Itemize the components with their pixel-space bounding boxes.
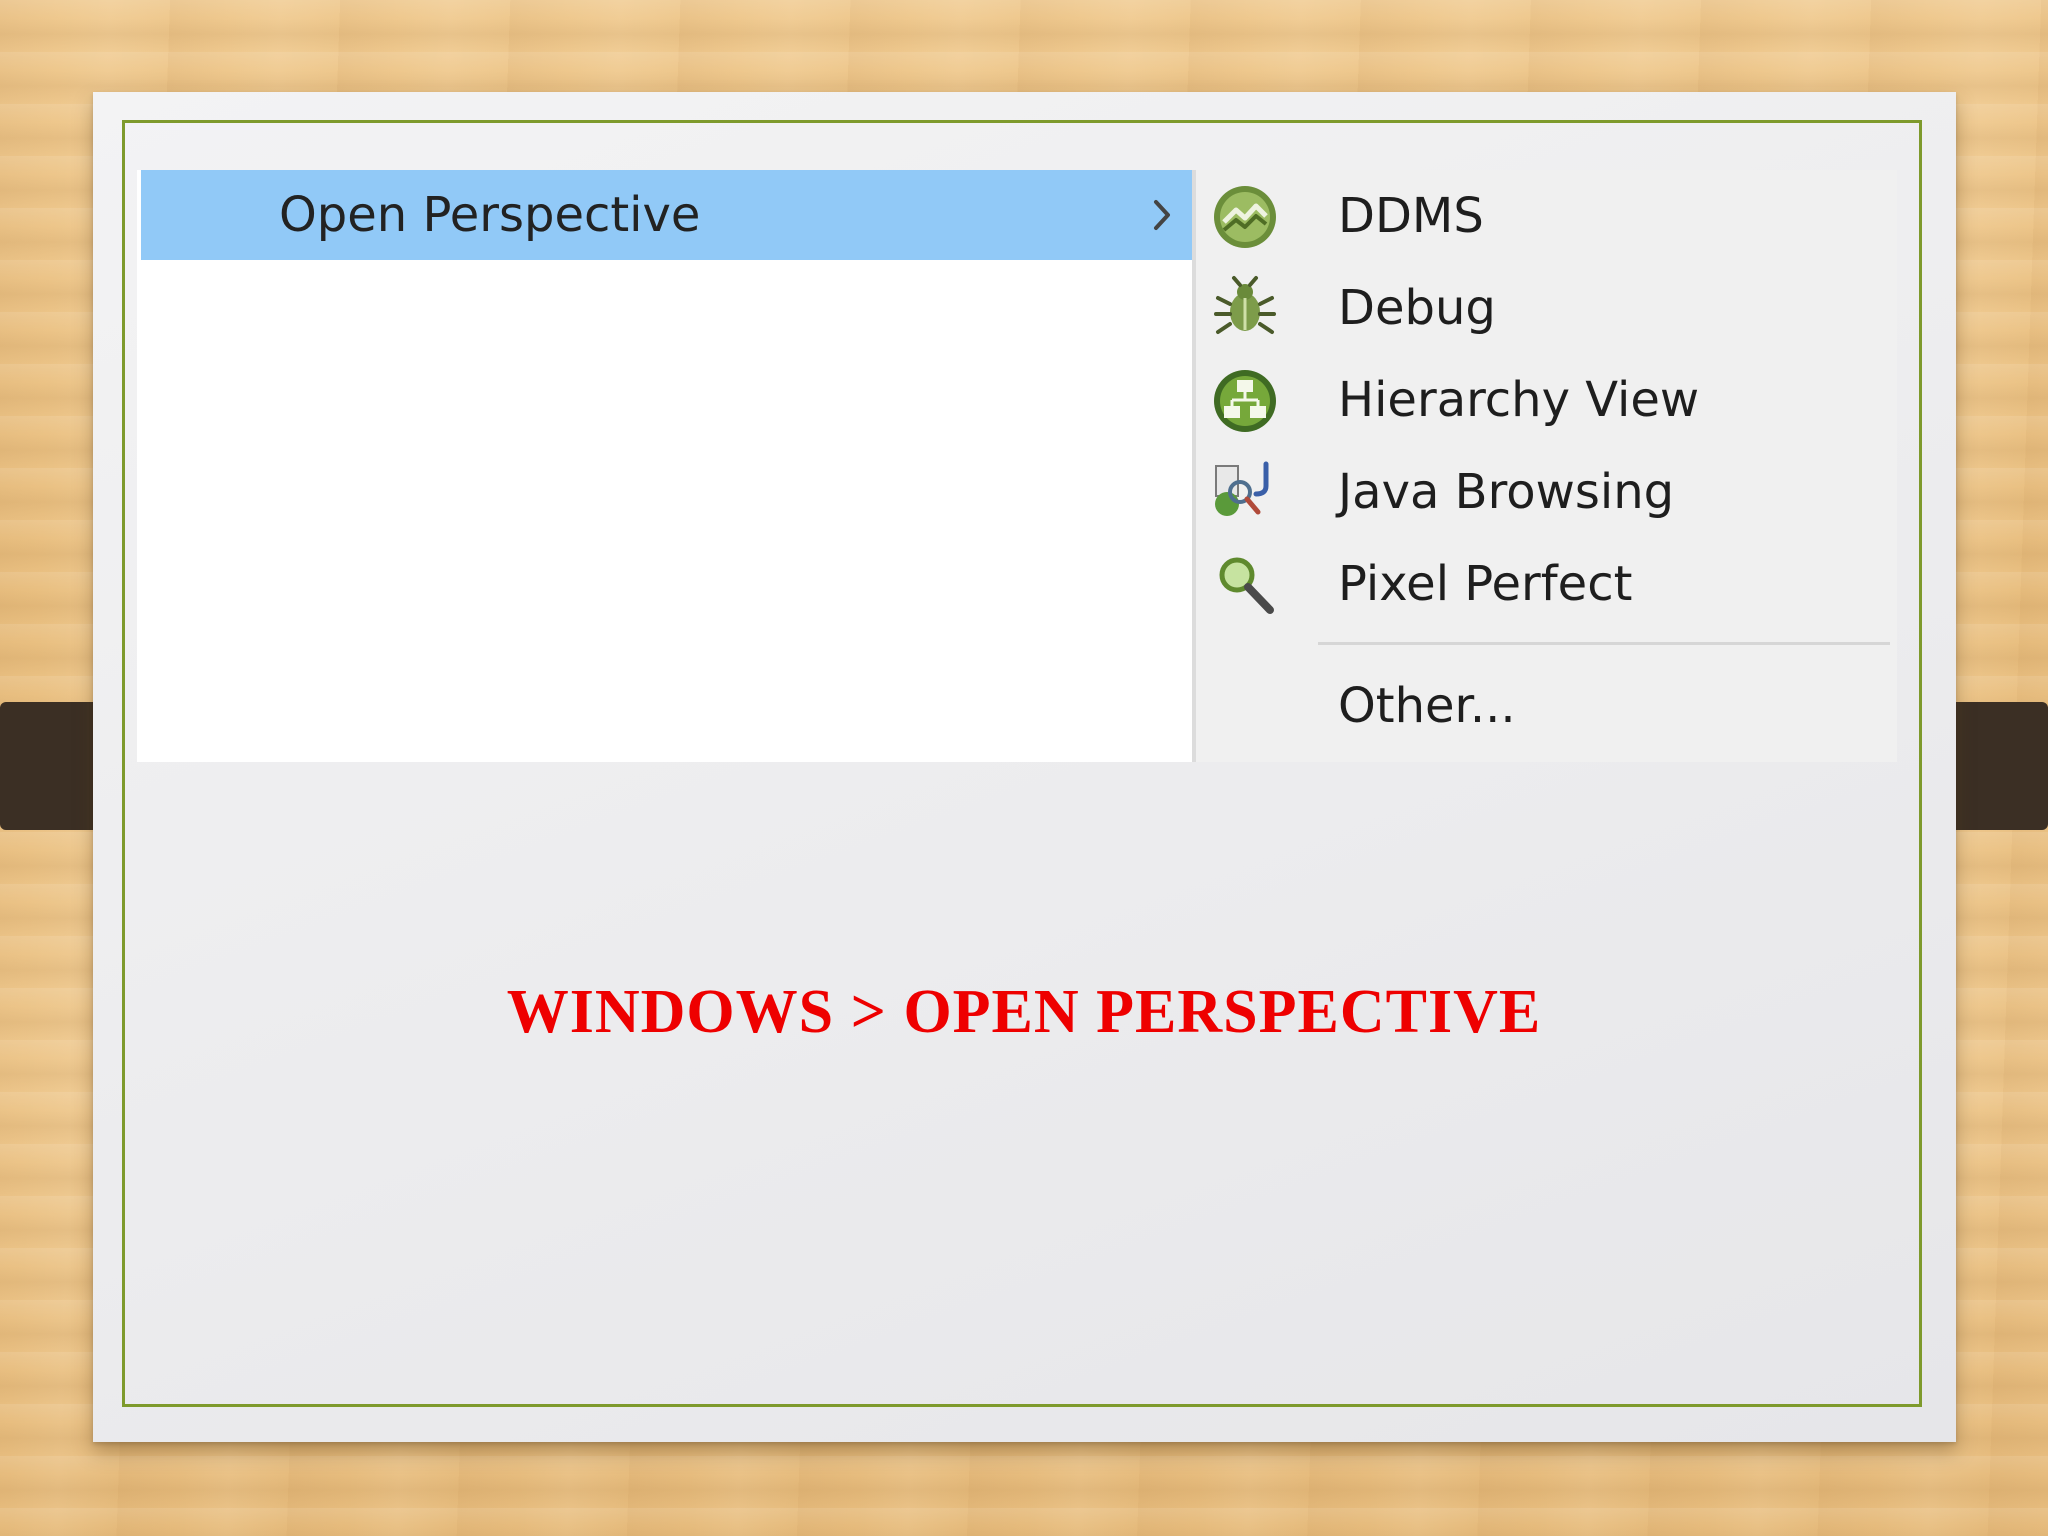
submenu-item-label: Debug [1338, 280, 1496, 336]
submenu-item-label: Hierarchy View [1338, 372, 1700, 428]
submenu-item-label: DDMS [1338, 188, 1484, 244]
submenu-item-debug[interactable]: Debug [1196, 262, 1897, 354]
menu-item-label: Open Perspective [279, 187, 701, 243]
bug-icon [1214, 276, 1276, 334]
window-menu: Open Perspective [137, 170, 1192, 762]
submenu-item-pixel-perfect[interactable]: Pixel Perfect [1196, 538, 1897, 630]
submenu-item-java-browsing[interactable]: Java Browsing [1196, 446, 1897, 538]
ddms-icon [1214, 186, 1276, 248]
menu-screenshot: Open Perspective DDMS Debug Hierarchy Vi… [137, 170, 1897, 762]
slide-caption: WINDOWS > OPEN PERSPECTIVE [506, 978, 1542, 1046]
java-browsing-icon [1215, 461, 1269, 516]
menu-item-open-perspective[interactable]: Open Perspective [141, 170, 1192, 260]
submenu-item-ddms[interactable]: DDMS [1196, 170, 1897, 262]
submenu-item-label: Java Browsing [1338, 464, 1675, 520]
open-perspective-submenu: DDMS Debug Hierarchy View Java Browsing … [1196, 170, 1897, 762]
magnifier-icon [1219, 557, 1274, 614]
submenu-separator [1318, 642, 1890, 645]
chevron-right-icon [1154, 200, 1170, 230]
submenu-item-label: Pixel Perfect [1338, 556, 1633, 612]
hierarchy-view-icon [1214, 370, 1276, 432]
submenu-item-label: Other... [1338, 678, 1516, 734]
submenu-item-other[interactable]: Other... [1196, 660, 1897, 752]
submenu-item-hierarchy-view[interactable]: Hierarchy View [1196, 354, 1897, 446]
